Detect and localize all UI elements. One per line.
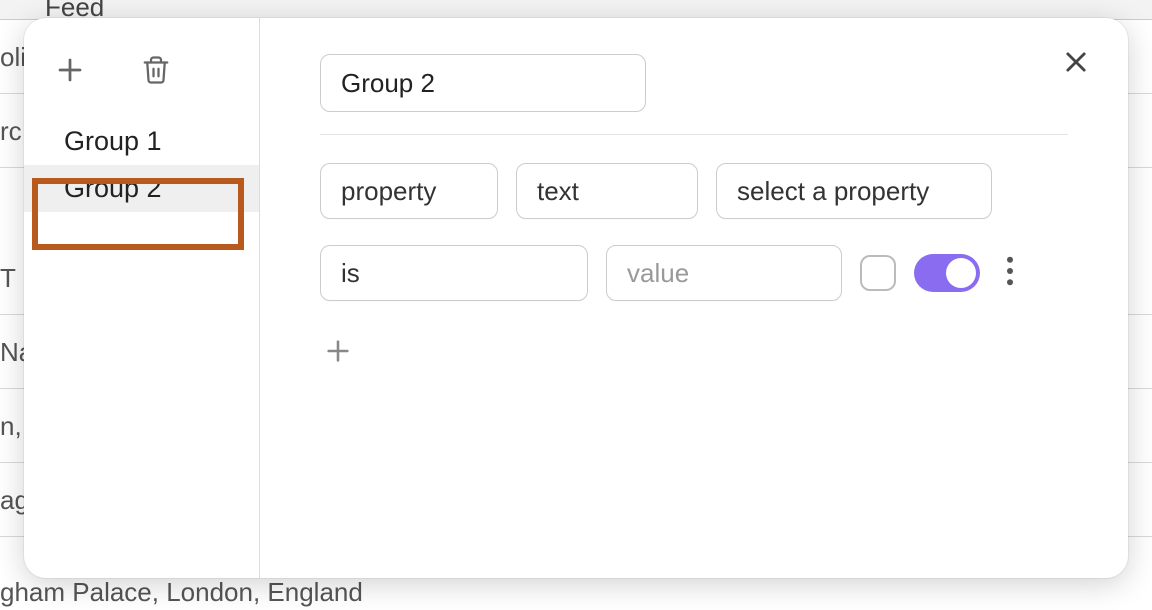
rule-row: property text select a property	[320, 163, 1068, 219]
plus-icon	[324, 337, 352, 365]
bg-row-text: rc	[0, 116, 22, 147]
delete-group-button[interactable]	[138, 52, 174, 88]
add-group-button[interactable]	[52, 52, 88, 88]
property-dropdown[interactable]: property	[320, 163, 498, 219]
value-input[interactable]	[627, 258, 821, 289]
bg-row-text: oli	[0, 42, 26, 73]
type-dropdown[interactable]: text	[516, 163, 698, 219]
sidebar-item-group[interactable]: Group 2	[24, 165, 259, 212]
group-name-input[interactable]	[320, 54, 646, 112]
more-vertical-icon	[1006, 256, 1014, 286]
trash-icon	[141, 54, 171, 86]
groups-sidebar: Group 1 Group 2	[24, 18, 260, 578]
divider	[320, 134, 1068, 135]
bg-row-text: T	[0, 263, 16, 294]
group-editor: property text select a property is	[260, 18, 1128, 578]
rule-checkbox[interactable]	[860, 255, 896, 291]
rule-more-button[interactable]	[998, 252, 1022, 295]
rule-row: is	[320, 245, 1068, 301]
plus-icon	[55, 55, 85, 85]
operator-dropdown[interactable]: is	[320, 245, 588, 301]
chip-label: select a property	[737, 176, 929, 207]
chip-label: is	[341, 258, 360, 289]
select-property-dropdown[interactable]: select a property	[716, 163, 992, 219]
chip-label: property	[341, 176, 436, 207]
rule-toggle[interactable]	[914, 254, 980, 292]
sidebar-item-group[interactable]: Group 1	[24, 118, 259, 165]
add-rule-button[interactable]	[320, 333, 356, 369]
groups-modal: Group 1 Group 2 property text select a p…	[24, 18, 1128, 578]
bg-bottom-text: gham Palace, London, England	[0, 577, 363, 608]
bg-row-text: n,	[0, 411, 22, 442]
value-input-wrapper[interactable]	[606, 245, 842, 301]
background-header: Feed	[0, 0, 1152, 20]
chip-label: text	[537, 176, 579, 207]
